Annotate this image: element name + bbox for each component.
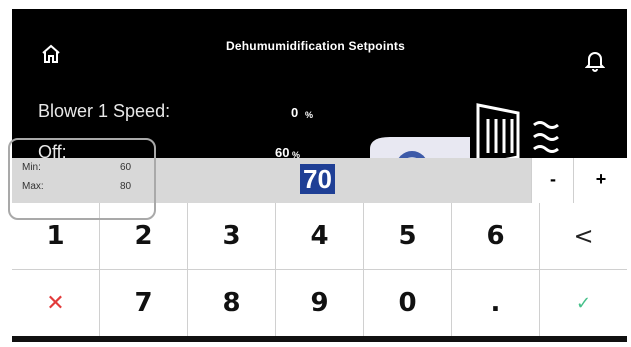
- key-3[interactable]: 3: [188, 203, 275, 269]
- blower-speed-value: 0: [291, 105, 299, 120]
- key-8[interactable]: 8: [188, 270, 275, 336]
- bell-icon[interactable]: [585, 49, 605, 73]
- increment-button[interactable]: +: [573, 158, 628, 203]
- key-9[interactable]: 9: [276, 270, 363, 336]
- blower-speed-label: Blower 1 Speed:: [38, 101, 171, 121]
- value-display[interactable]: 70: [300, 160, 350, 198]
- confirm-button[interactable]: ✓: [540, 270, 627, 336]
- blower-speed-unit: %: [305, 110, 314, 120]
- key-5[interactable]: 5: [364, 203, 451, 269]
- selected-value: 70: [300, 164, 335, 194]
- key-4[interactable]: 4: [276, 203, 363, 269]
- page-title: Dehumumidification Setpoints: [226, 39, 405, 53]
- numeric-keypad: 1 2 3 4 5 6 < ✕ 7 8 9 0 . ✓: [12, 203, 627, 336]
- min-value: 60: [120, 162, 132, 173]
- limits-box: Min: 60 Max: 80: [8, 138, 156, 220]
- key-6[interactable]: 6: [452, 203, 539, 269]
- key-0[interactable]: 0: [364, 270, 451, 336]
- key-7[interactable]: 7: [100, 270, 187, 336]
- decrement-button[interactable]: -: [531, 158, 574, 203]
- max-value: 80: [120, 181, 132, 192]
- max-label: Max:: [22, 181, 44, 192]
- bottom-edge-bar: [12, 336, 627, 342]
- decimal-point-key[interactable]: .: [452, 270, 539, 336]
- backspace-button[interactable]: <: [540, 203, 627, 269]
- cancel-button[interactable]: ✕: [12, 270, 99, 336]
- min-label: Min:: [22, 162, 41, 173]
